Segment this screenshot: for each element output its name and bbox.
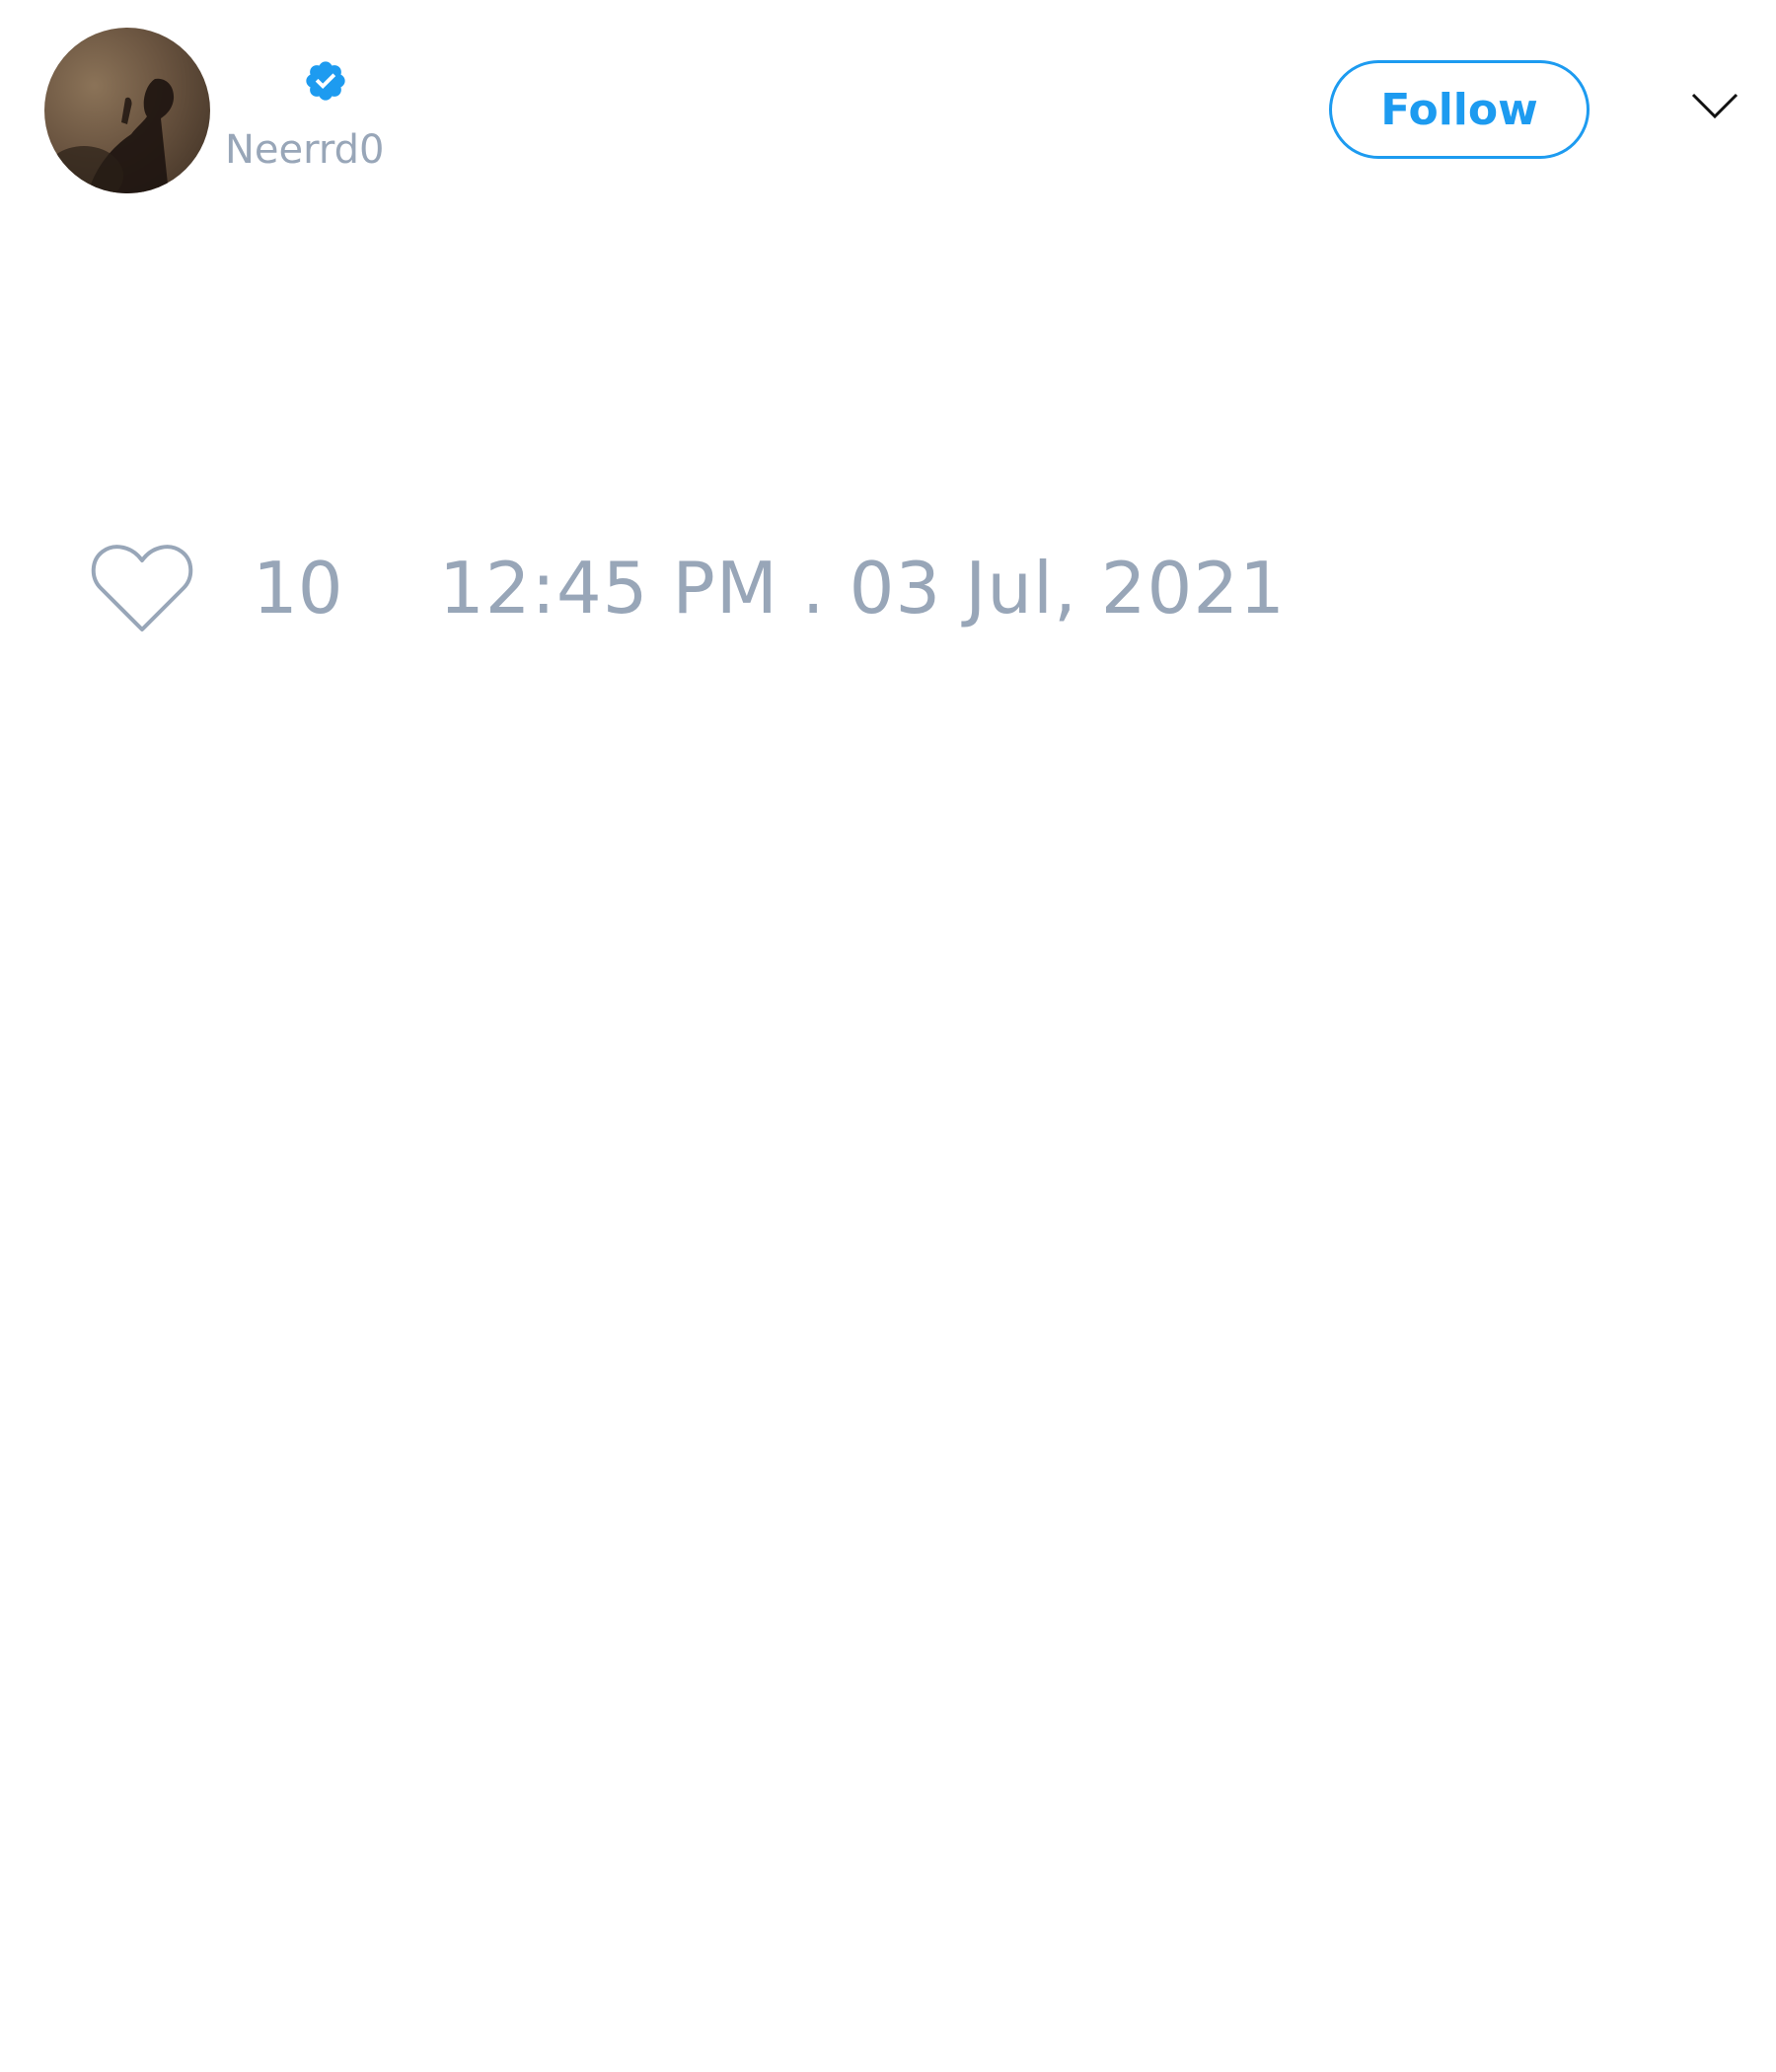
author-handle[interactable]: Neerrd0 xyxy=(225,126,384,174)
avatar-image xyxy=(44,78,175,193)
heart-outline-icon[interactable] xyxy=(89,543,195,633)
avatar[interactable] xyxy=(44,28,210,193)
follow-button[interactable]: Follow xyxy=(1329,60,1590,159)
verified-badge-icon xyxy=(303,58,348,104)
like-count: 10 xyxy=(253,547,343,629)
chevron-down-icon[interactable] xyxy=(1691,91,1739,120)
tweet-timestamp[interactable]: 12:45 PM . 03 Jul, 2021 xyxy=(439,546,1286,630)
tweet-card: Neerrd0 Follow 10 12:45 PM . 03 Jul, 202… xyxy=(0,0,1776,2072)
